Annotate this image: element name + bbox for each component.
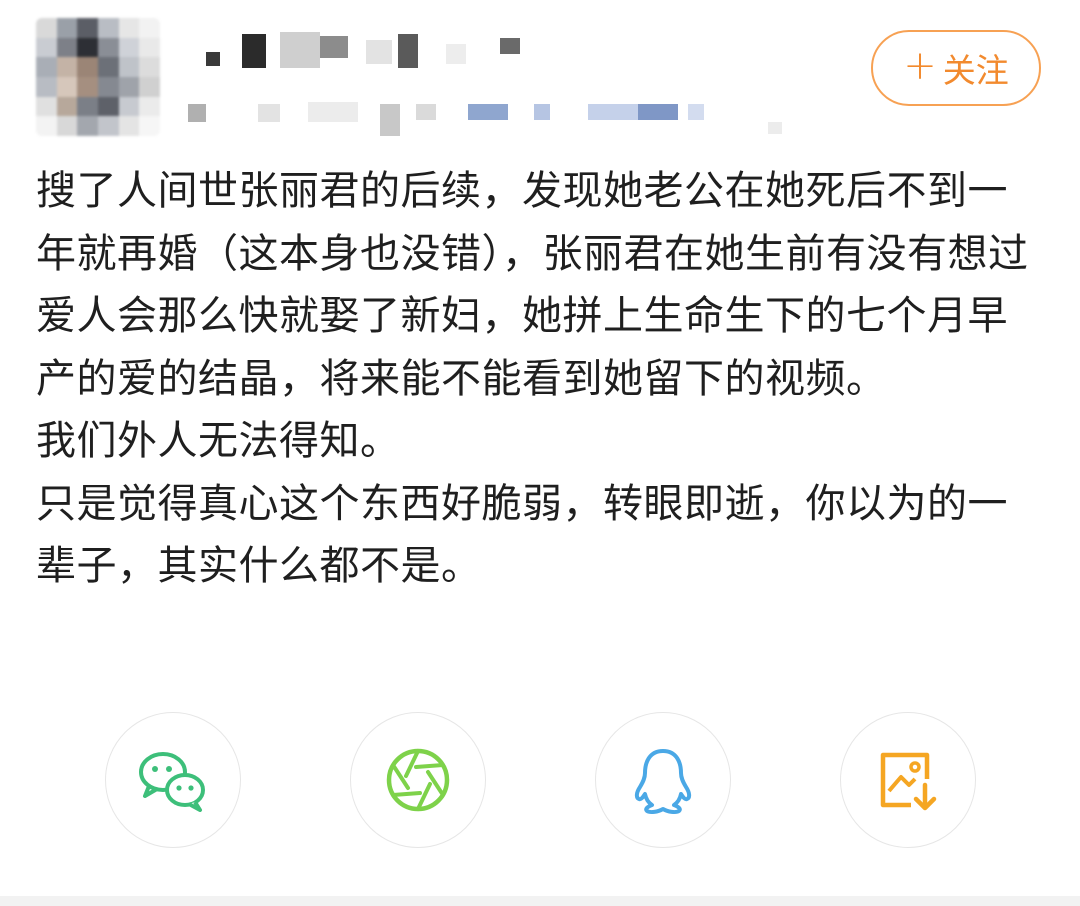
post-paragraph: 搜了人间世张丽君的后续，发现她老公在她死后不到一年就再婚（这本身也没错），张丽君… bbox=[36, 168, 1029, 402]
wechat-icon bbox=[139, 752, 205, 812]
qq-icon bbox=[634, 749, 692, 815]
avatar[interactable] bbox=[36, 18, 160, 136]
username-redacted[interactable] bbox=[206, 30, 536, 70]
follow-label: 关注 bbox=[942, 51, 1009, 90]
save-image-icon bbox=[880, 752, 937, 811]
share-wechat-button[interactable] bbox=[105, 712, 241, 848]
share-moments-button[interactable] bbox=[350, 712, 486, 848]
post-paragraph: 我们外人无法得知。 bbox=[36, 418, 401, 464]
plus-icon: + bbox=[903, 43, 937, 89]
follow-button[interactable]: + 关注 bbox=[871, 30, 1041, 106]
moments-icon bbox=[386, 748, 450, 812]
save-image-button[interactable] bbox=[840, 712, 976, 848]
share-bar bbox=[0, 712, 1080, 852]
share-qq-button[interactable] bbox=[595, 712, 731, 848]
post-paragraph: 只是觉得真心这个东西好脆弱，转眼即逝，你以为的一辈子，其实什么都不是。 bbox=[36, 480, 1008, 590]
post-content: 搜了人间世张丽君的后续，发现她老公在她死后不到一年就再婚（这本身也没错），张丽君… bbox=[36, 160, 1036, 598]
post-meta-redacted bbox=[188, 100, 788, 136]
bottom-divider bbox=[0, 896, 1080, 906]
